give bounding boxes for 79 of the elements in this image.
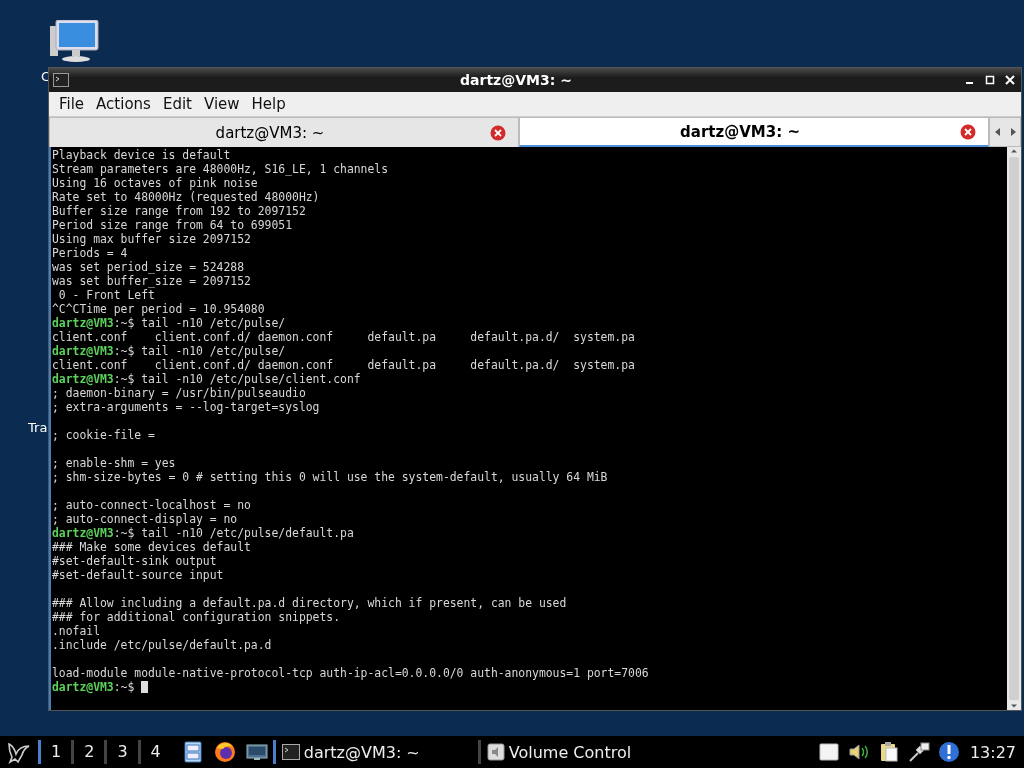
speaker-icon bbox=[486, 743, 505, 761]
down-arrow-icon[interactable] bbox=[1011, 702, 1017, 710]
globe-icon[interactable] bbox=[212, 740, 237, 764]
prompt-path: :~$ bbox=[113, 316, 135, 330]
terminal-line: client.conf client.conf.d/ daemon.conf default.pa default.pa.d/ system.pa bbox=[52, 358, 636, 372]
prompt-user-host: dartz@VM3 bbox=[52, 372, 114, 386]
right-arrow-icon[interactable] bbox=[1009, 128, 1016, 136]
terminal-line: #set-default-source input bbox=[52, 568, 225, 582]
taskbar-task[interactable]: Volume Control bbox=[477, 740, 683, 764]
terminal-line: ; enable-shm = yes bbox=[52, 456, 177, 470]
terminal-line: load-module module-native-protocol-tcp auth-ip-acl=0.0.0.0/0 auth-anonymous=1 port=7006 bbox=[52, 666, 650, 680]
terminal-line: ; auto-connect-localhost = no bbox=[52, 498, 252, 512]
prompt-user-host: dartz@VM3 bbox=[52, 680, 114, 694]
terminal-line: Period size range from 64 to 699051 bbox=[52, 218, 294, 232]
computer-icon[interactable] bbox=[50, 20, 100, 64]
desktop-icon-label[interactable]: Tra bbox=[28, 420, 48, 436]
menu-item[interactable]: Help bbox=[245, 95, 292, 113]
terminal-line: ; shm-size-bytes = 0 # setting this 0 will use the system-default, usually 64 MiB bbox=[52, 470, 609, 484]
command-text: tail -n10 /etc/pulse/ bbox=[141, 344, 286, 358]
prompt-user-host: dartz@VM3 bbox=[52, 526, 114, 540]
menu-item[interactable]: View bbox=[197, 95, 246, 113]
terminal-line: ### for additional configuration snippets. bbox=[52, 610, 342, 624]
prompt-path: :~$ bbox=[113, 344, 135, 358]
scrollbar-thumb[interactable] bbox=[1009, 157, 1019, 700]
left-arrow-icon[interactable] bbox=[994, 128, 1001, 136]
workspace-button[interactable]: 1 bbox=[38, 740, 72, 764]
terminal-line: ; cookie-file = bbox=[52, 428, 156, 442]
volume-icon[interactable] bbox=[847, 741, 870, 763]
prompt-path: :~$ bbox=[113, 680, 135, 694]
terminal-line: ; auto-connect-display = no bbox=[52, 512, 239, 526]
menu-item[interactable]: Edit bbox=[156, 95, 198, 113]
prompt-path: :~$ bbox=[113, 526, 135, 540]
tab[interactable]: dartz@VM3: ~ bbox=[519, 117, 989, 147]
terminal-line: Buffer size range from 192 to 2097152 bbox=[52, 204, 307, 218]
terminal-output[interactable] bbox=[51, 147, 1007, 710]
terminal-line: ; extra-arguments = --log-target=syslog bbox=[52, 400, 321, 414]
prompt-path: :~$ bbox=[113, 372, 135, 386]
command-text: tail -n10 /etc/pulse/default.pa bbox=[141, 526, 354, 540]
terminal-line: Using 16 octaves of pink noise bbox=[52, 176, 259, 190]
terminal-line: ; daemon-binary = /usr/bin/pulseaudio bbox=[52, 386, 307, 400]
terminal-icon bbox=[53, 73, 69, 87]
menu-item[interactable]: Actions bbox=[90, 95, 157, 113]
terminal-line: Stream parameters are 48000Hz, S16_LE, 1 channels bbox=[52, 162, 390, 176]
terminal-line: Using max buffer size 2097152 bbox=[52, 232, 252, 246]
terminal-line: was set buffer_size = 2097152 bbox=[52, 274, 252, 288]
workspace-button[interactable]: 4 bbox=[137, 740, 171, 764]
info-icon[interactable] bbox=[937, 741, 960, 763]
command-text: tail -n10 /etc/pulse/client.conf bbox=[141, 372, 361, 386]
scrollbar[interactable] bbox=[1007, 147, 1021, 710]
terminal-line: ### Make some devices default bbox=[52, 540, 252, 554]
clock[interactable]: 13:27 bbox=[963, 742, 1024, 762]
prompt-user-host: dartz@VM3 bbox=[52, 344, 114, 358]
network-plug-icon[interactable] bbox=[907, 741, 930, 763]
terminal-line: Playback device is default bbox=[52, 148, 232, 162]
terminal-line: Rate set to 48000Hz (requested 48000Hz) bbox=[52, 190, 321, 204]
prompt-user-host: dartz@VM3 bbox=[52, 316, 114, 330]
command-text: tail -n10 /etc/pulse/ bbox=[141, 316, 286, 330]
terminal-line: #set-default-sink output bbox=[52, 554, 218, 568]
tab[interactable]: dartz@VM3: ~ bbox=[49, 117, 519, 147]
menu-item[interactable]: File bbox=[53, 95, 91, 113]
terminal-line: Periods = 4 bbox=[52, 246, 129, 260]
terminal-line: 0 - Front Left bbox=[57, 288, 156, 302]
up-arrow-icon[interactable] bbox=[1011, 147, 1017, 155]
window-title: dartz@VM3: ~ bbox=[459, 72, 573, 88]
terminal-line: .include /etc/pulse/default.pa.d bbox=[52, 638, 273, 652]
terminal-line: client.conf client.conf.d/ daemon.conf default.pa default.pa.d/ system.pa bbox=[52, 330, 636, 344]
tab-scroll-buttons[interactable] bbox=[989, 117, 1021, 147]
drive-icon[interactable] bbox=[817, 741, 840, 763]
terminal-line: .nofail bbox=[52, 624, 101, 638]
terminal-line: ### Allow including a default.pa.d directory, which if present, can be used bbox=[52, 596, 568, 610]
terminal-line: was set period_size = 524288 bbox=[52, 260, 246, 274]
close-icon[interactable] bbox=[1003, 73, 1017, 87]
terminal-line: ^C^CTime per period = 10.954080 bbox=[52, 302, 266, 316]
workspace-button[interactable]: 3 bbox=[104, 740, 138, 764]
workspace-button[interactable]: 2 bbox=[71, 740, 105, 764]
bird-icon[interactable] bbox=[6, 740, 32, 764]
terminal-icon bbox=[281, 743, 300, 761]
taskbar-task[interactable]: dartz@VM3: ~ bbox=[272, 740, 478, 764]
maximize-icon[interactable] bbox=[983, 73, 997, 87]
